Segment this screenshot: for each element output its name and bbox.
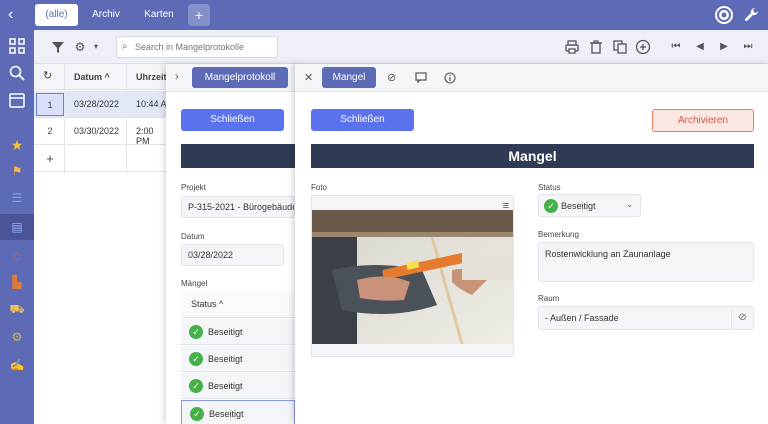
trash-icon[interactable] — [588, 39, 604, 55]
check-circle-icon: ✓ — [190, 407, 204, 421]
list-item[interactable]: ✓ Beseitigt — [181, 346, 295, 372]
gear-icon[interactable]: ⚙ — [8, 328, 26, 346]
tab-mangel[interactable]: Mangel — [322, 67, 376, 88]
print-icon[interactable] — [564, 39, 580, 55]
info-icon[interactable] — [444, 72, 456, 84]
search-placeholder: Search in Mangelprotokolle — [135, 42, 245, 52]
check-circle-icon: ✓ — [189, 352, 203, 366]
foto-field[interactable]: ≡ — [311, 195, 514, 357]
copy-icon[interactable] — [612, 39, 628, 55]
bemerkung-field[interactable]: Rostenwicklung an Zaunanlage — [538, 242, 754, 282]
protokoll-close-button[interactable]: Schließen — [181, 109, 284, 131]
row-date: 03/28/2022 — [74, 99, 120, 109]
chevron-right-icon[interactable]: › — [175, 71, 179, 83]
tab-karten[interactable]: Karten — [138, 4, 180, 26]
tab-mangelprotokoll[interactable]: Mangelprotokoll — [192, 67, 288, 88]
mangel-close-button[interactable]: Schließen — [311, 109, 414, 131]
tab-archiv[interactable]: Archiv — [86, 4, 126, 26]
comment-icon[interactable] — [415, 72, 427, 83]
toolbar: ⚙ ▾ ⌕ Search in Mangelprotokolle ⏮ ◀ ▶ ⏭ — [34, 30, 768, 64]
foto-label: Foto — [311, 183, 328, 192]
protocol-icon[interactable]: ▤ — [8, 218, 26, 236]
add-row-icon[interactable]: + — [36, 147, 64, 170]
table-header: ↻ Datum ^ Uhrzeit — [34, 64, 168, 90]
panel-header: ✕ Mangel ⊘ — [295, 64, 768, 92]
row-time: 10:44 A — [136, 99, 167, 109]
projekt-field[interactable]: P-315-2021 - Bürogebäude — [181, 196, 295, 218]
row-number: 1 — [36, 93, 64, 116]
clear-icon[interactable]: ⊘ — [731, 307, 753, 329]
people-icon[interactable]: ⚑ — [8, 162, 26, 180]
table-row[interactable]: 2 03/30/2022 2:00 PM — [34, 118, 168, 146]
status-select[interactable]: ✓ Beseitigt ⌄ — [538, 194, 641, 217]
archive-button[interactable]: Archivieren — [652, 109, 754, 132]
refresh-icon[interactable]: ↻ — [43, 69, 52, 82]
bemerkung-label: Bemerkung — [538, 230, 579, 239]
wrench-icon[interactable] — [741, 5, 761, 25]
status-column-header[interactable]: Status ^ — [181, 291, 295, 318]
list-icon[interactable]: ☰ — [8, 189, 26, 207]
target-icon[interactable] — [714, 5, 734, 25]
next-page-icon[interactable]: ▶ — [716, 39, 732, 55]
list-item[interactable]: ✓ Beseitigt — [181, 373, 295, 399]
table-row[interactable]: 1 03/28/2022 10:44 A — [34, 91, 168, 118]
check-circle-icon: ✓ — [189, 325, 203, 339]
row-number: 2 — [47, 126, 53, 136]
star-icon[interactable]: ★ — [8, 136, 26, 154]
last-page-icon[interactable]: ⏭ — [740, 39, 756, 55]
list-item[interactable]: ✓ Beseitigt — [181, 319, 295, 345]
datum-field[interactable]: 03/28/2022 — [181, 244, 284, 266]
house-icon[interactable]: ⌂ — [8, 246, 26, 264]
protokoll-header-bar — [181, 144, 295, 168]
grid-icon[interactable] — [8, 37, 26, 55]
attachment-icon[interactable]: ⊘ — [387, 71, 396, 84]
calendar-icon[interactable] — [8, 91, 26, 109]
first-page-icon[interactable]: ⏮ — [668, 39, 684, 55]
row-date: 03/30/2022 — [74, 126, 120, 136]
column-header-datum[interactable]: Datum ^ — [74, 72, 110, 82]
truck-icon[interactable]: ⛟ — [8, 300, 26, 318]
settings-icon[interactable]: ⚙ — [72, 39, 88, 55]
photo-image[interactable] — [312, 210, 513, 344]
raum-value: - Außen / Fassade — [545, 313, 619, 323]
chevron-down-icon[interactable]: ▾ — [88, 39, 104, 55]
check-circle-icon: ✓ — [544, 199, 558, 213]
add-circle-icon[interactable] — [635, 39, 651, 55]
back-icon[interactable]: ‹ — [8, 6, 24, 24]
datum-label: Datum — [181, 232, 205, 241]
raum-field[interactable]: - Außen / Fassade ⊘ — [538, 306, 754, 330]
check-circle-icon: ✓ — [189, 379, 203, 393]
raum-label: Raum — [538, 294, 560, 303]
chevron-down-icon: ⌄ — [626, 200, 633, 209]
list-item[interactable]: ✓ Beseitigt — [181, 400, 295, 424]
add-tab-button[interactable]: + — [188, 4, 210, 26]
sign-icon[interactable]: ✍ — [8, 356, 26, 374]
menu-icon[interactable]: ≡ — [503, 200, 509, 212]
maengel-label: Mängel — [181, 279, 208, 288]
close-icon[interactable]: ✕ — [304, 71, 313, 84]
factory-icon[interactable]: ▙ — [8, 273, 26, 291]
projekt-label: Projekt — [181, 183, 206, 192]
sidebar: ★ ⚑ ☰ ▤ ⌂ ▙ ⛟ ⚙ ✍ — [0, 30, 34, 424]
mangel-header-bar: Mangel — [311, 144, 754, 168]
prev-page-icon[interactable]: ◀ — [692, 39, 708, 55]
column-header-uhrzeit[interactable]: Uhrzeit — [136, 72, 167, 82]
status-label: Status — [538, 183, 561, 192]
add-row[interactable]: + — [34, 145, 168, 172]
row-time: 2:00 PM — [136, 126, 154, 146]
search-input[interactable]: ⌕ Search in Mangelprotokolle — [116, 36, 278, 58]
search-icon: ⌕ — [122, 41, 128, 52]
filter-icon[interactable] — [50, 39, 66, 55]
search-icon[interactable] — [8, 64, 26, 82]
panel-header: › Mangelprotokoll — [166, 64, 298, 92]
tab-alle[interactable]: (alle) — [35, 4, 78, 26]
top-bar: ‹ (alle) Archiv Karten + — [0, 0, 768, 30]
